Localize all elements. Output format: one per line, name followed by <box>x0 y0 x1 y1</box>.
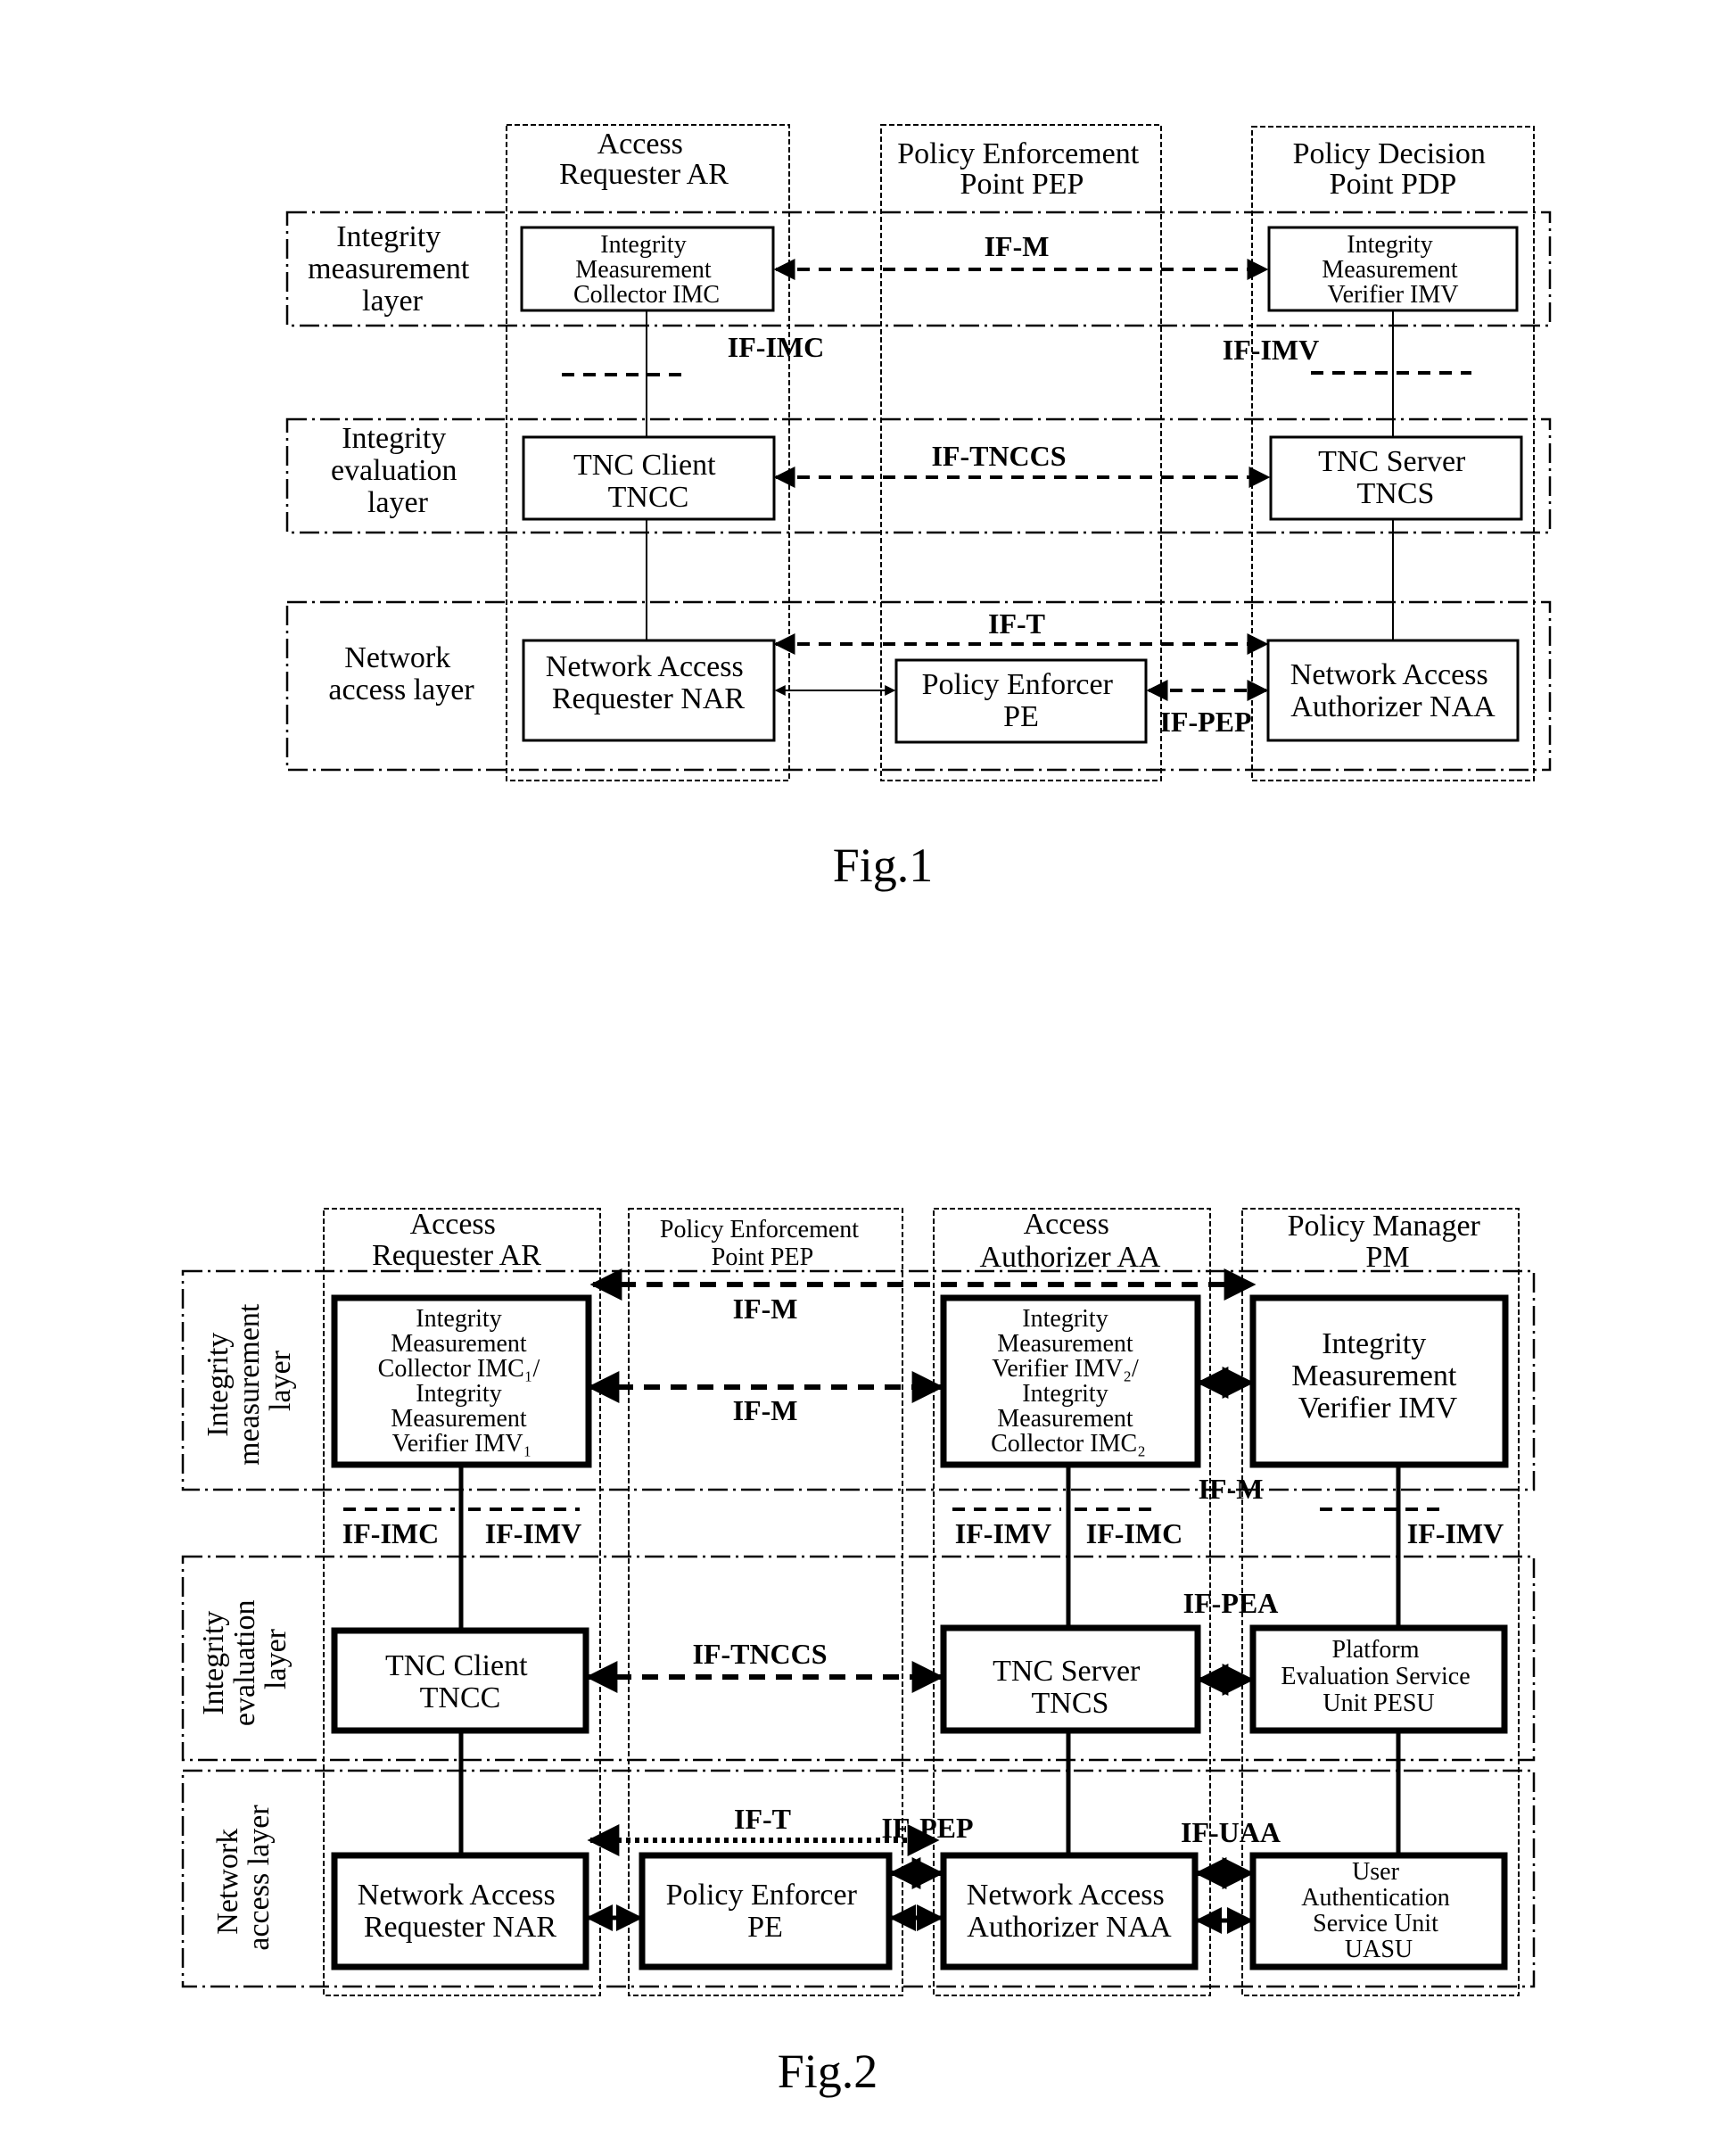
figure-2: Access Requester AR Policy Enforcement P… <box>181 1208 1536 2098</box>
fig2-box-imv: Integrity Measurement Verifier IMV <box>1249 1294 1509 1468</box>
fig2-column-header-pm: Policy Manager PM <box>1288 1210 1488 1274</box>
fig2-box-uasu: User Authentication Service Unit UASU <box>1249 1852 1508 1970</box>
fig2-layer-label-iml: Integrity measurement layer <box>202 1296 297 1466</box>
fig2-box-naa: Network Access Authorizer NAA <box>940 1852 1199 1970</box>
fig2-label-if-pep: IF-PEP <box>881 1812 973 1844</box>
fig2-box-tncs: TNC Server TNCS <box>940 1624 1201 1734</box>
fig1-column-header-pep: Policy Enforcement Point PEP <box>897 137 1146 201</box>
svg-text:Network Access Authori: Network Access Authorizer NAA <box>1290 658 1496 723</box>
fig2-box-pe: Policy Enforcer PE <box>639 1852 893 1970</box>
fig2-label-if-pea: IF-PEA <box>1183 1587 1279 1619</box>
fig2-column-header-pep: Policy Enforcement Point PEP <box>660 1216 865 1271</box>
fig2-layer-label-nal: Network access layer <box>211 1805 276 1951</box>
fig1-box-naa: Network Access Authorizer NAA <box>1266 639 1520 742</box>
fig1-box-pe: Policy Enforcer PE <box>894 658 1148 744</box>
fig2-label-if-imc-ar: IF-IMC <box>342 1517 439 1549</box>
fig1-label-if-imc: IF-IMC <box>728 331 824 363</box>
fig2-box-imv2-imc2: Integrity Measurement Verifier IMV₂/ Int… <box>940 1294 1201 1468</box>
fig2-label-if-imv-ar: IF-IMV <box>485 1517 581 1549</box>
fig1-label-if-m: IF-M <box>985 230 1050 262</box>
fig2-label-if-m-right: IF-M <box>1199 1473 1264 1505</box>
fig2-label-if-t: IF-T <box>734 1803 791 1835</box>
fig1-layer-label-nal: Network access layer <box>328 641 474 706</box>
fig1-box-nar: Network Access Requester NAR <box>522 639 776 742</box>
fig2-label-if-imc-aa: IF-IMC <box>1086 1517 1182 1549</box>
fig1-box-tncs: TNC Server TNCS <box>1269 435 1523 521</box>
fig2-label-if-m-top: IF-M <box>733 1293 798 1325</box>
fig1-column-header-ar: Access Requester AR <box>559 128 729 191</box>
fig1-box-imv: Integrity Measurement Verifier IMV <box>1267 226 1519 312</box>
fig2-box-imc1-imv1: Integrity Measurement Collector IMC₁/ In… <box>331 1294 592 1468</box>
fig1-box-imc: Integrity Measurement Collector IMC <box>520 226 775 312</box>
fig1-box-tncc: TNC Client TNCC <box>522 435 776 521</box>
fig2-label-if-uaa: IF-UAA <box>1181 1816 1281 1848</box>
fig2-layer-label-iel: Integrity evaluation layer <box>197 1592 293 1726</box>
figure-1: Access Requester AR Policy Enforcement P… <box>285 124 1552 892</box>
fig2-label-if-imv-pm: IF-IMV <box>1407 1517 1504 1549</box>
fig1-caption: Fig.1 <box>833 838 934 892</box>
fig2-label-if-m-mid: IF-M <box>733 1394 798 1426</box>
svg-text:Network Access Request: Network Access Requester NAR <box>546 650 751 715</box>
fig2-box-tncc: TNC Client TNCC <box>331 1627 589 1734</box>
patent-figures: Access Requester AR Policy Enforcement P… <box>181 124 1552 2098</box>
fig2-label-if-imv-aa: IF-IMV <box>955 1517 1051 1549</box>
fig1-layer-label-iel: Integrity evaluation layer <box>331 422 465 519</box>
fig2-box-nar: Network Access Requester NAR <box>331 1852 589 1970</box>
fig1-label-if-t: IF-T <box>988 607 1045 640</box>
fig1-column-header-pdp: Policy Decision Point PDP <box>1293 137 1494 201</box>
svg-text:Network Access Request: Network Access Requester NAR <box>358 1879 563 1944</box>
fig2-box-pesu: Platform Evaluation Service Unit PESU <box>1249 1624 1508 1734</box>
svg-text:Network Access Authori: Network Access Authorizer NAA <box>967 1879 1172 1944</box>
fig1-label-if-tnccs: IF-TNCCS <box>931 440 1066 472</box>
fig2-label-if-tnccs: IF-TNCCS <box>692 1638 827 1670</box>
fig2-column-header-aa: Access Authorizer AA <box>979 1208 1160 1274</box>
fig1-label-if-imv: IF-IMV <box>1223 334 1319 366</box>
fig2-caption: Fig.2 <box>778 2044 878 2098</box>
fig1-label-if-pep: IF-PEP <box>1159 706 1251 738</box>
fig1-layer-label-iml: Integrity measurement layer <box>308 220 477 318</box>
fig2-column-header-ar: Access Requester AR <box>372 1208 541 1272</box>
